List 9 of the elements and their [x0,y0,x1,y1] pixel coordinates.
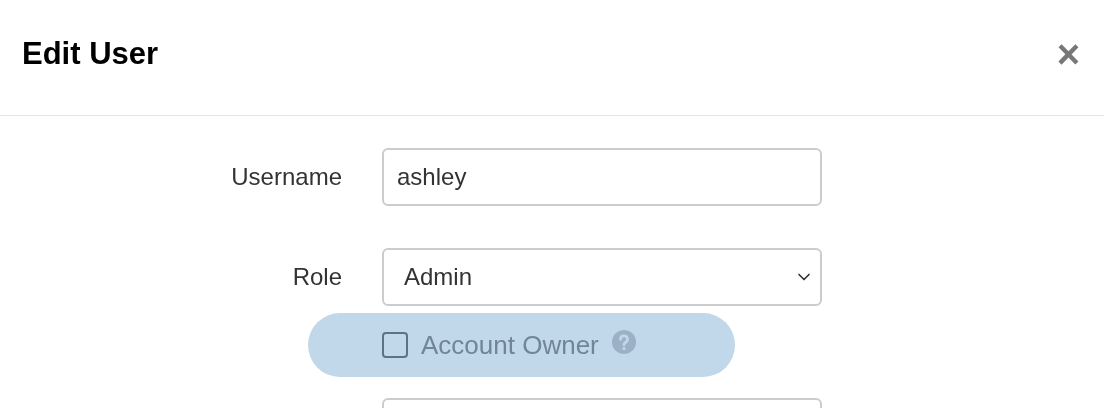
input-field[interactable]: ashley [382,148,822,206]
help-icon [611,330,636,354]
role-select[interactable]: Admin [382,248,822,306]
dialog-title: Edit User [22,35,159,74]
close-button[interactable]: × [1056,33,1080,82]
checkbox-label: Account Owner [421,328,599,362]
field-label: Role [291,262,342,292]
checkbox[interactable] [382,332,408,358]
field-label: Username [230,162,342,192]
